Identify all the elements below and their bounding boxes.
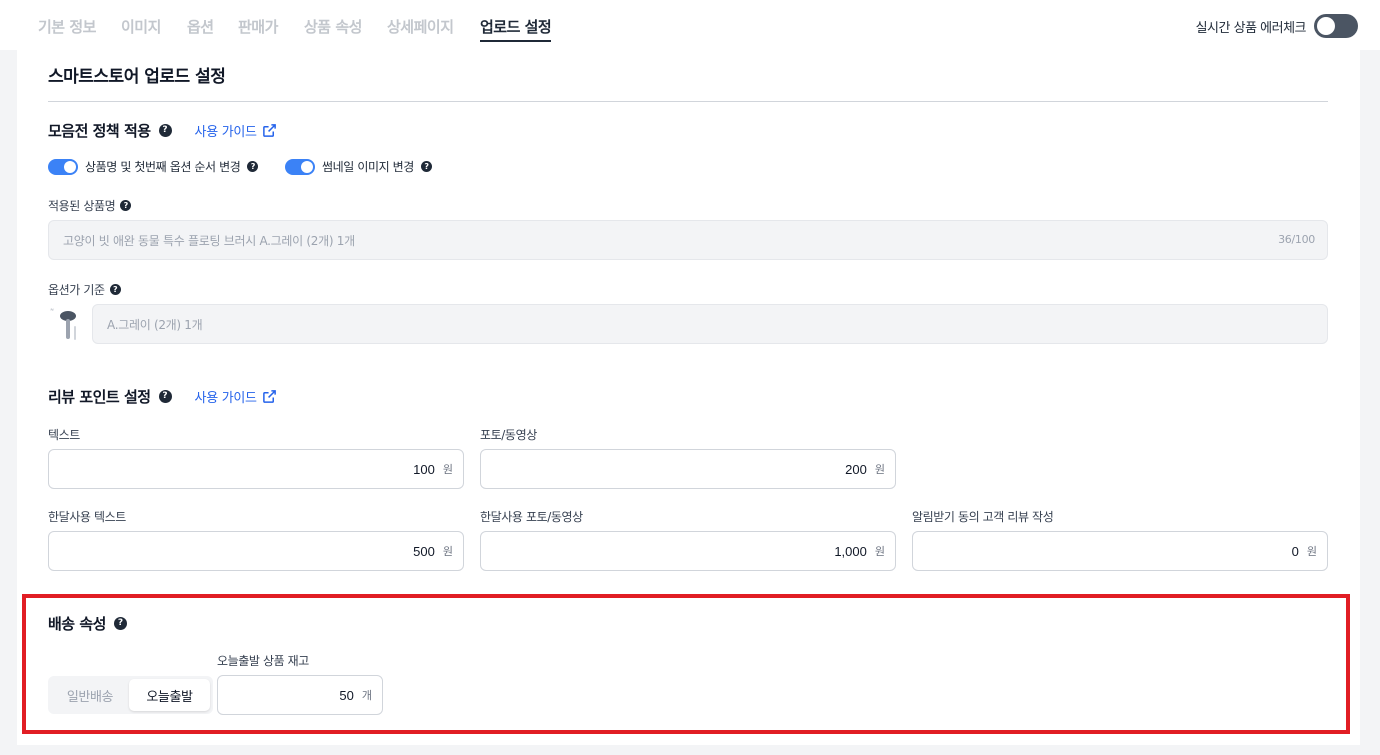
month-text-input[interactable]: 500 원	[48, 531, 464, 571]
review-guide-link[interactable]: 사용 가이드	[195, 387, 277, 406]
toggle-knob	[301, 160, 313, 173]
realtime-error-check: 실시간 상품 에러체크	[1196, 14, 1358, 38]
help-icon[interactable]: ?	[158, 124, 172, 137]
toggle-knob	[64, 160, 76, 173]
applied-name-field: 고양이 빗 애완 동물 특수 플로팅 브러시 A.그레이 (2개) 1개 36/…	[48, 220, 1328, 260]
shipping-highlight-box	[22, 594, 1350, 734]
help-icon[interactable]: ?	[420, 161, 432, 172]
field-unit: 원	[1306, 545, 1317, 558]
field-value: 1,000	[834, 543, 867, 559]
toggle-label: 썸네일 이미지 변경	[322, 160, 414, 174]
tab-upload-settings[interactable]: 업로드 설정	[480, 16, 552, 42]
realtime-error-check-label: 실시간 상품 에러체크	[1195, 20, 1307, 36]
guide-link-label: 사용 가이드	[194, 125, 257, 140]
applied-name-label: 적용된 상품명 ?	[48, 197, 132, 214]
review-photo-label: 포토/동영상	[480, 428, 537, 442]
field-unit: 원	[442, 463, 453, 476]
title-divider	[48, 101, 1328, 102]
help-icon[interactable]: ?	[120, 200, 132, 211]
option-price-label-text: 옵션가 기준	[48, 283, 105, 297]
svg-text:≈: ≈	[50, 307, 54, 313]
field-value: 0	[1291, 543, 1299, 559]
thumbnail-change-toggle[interactable]	[285, 158, 315, 175]
review-photo-input[interactable]: 200 원	[480, 449, 896, 489]
help-icon[interactable]: ?	[247, 161, 259, 172]
help-icon[interactable]: ?	[109, 284, 121, 295]
char-counter: 36/100	[1278, 233, 1315, 246]
month-text-label: 한달사용 텍스트	[48, 510, 126, 524]
field-unit: 원	[874, 545, 885, 558]
policy-guide-link[interactable]: 사용 가이드	[195, 121, 277, 140]
month-photo-label: 한달사용 포토/동영상	[480, 510, 583, 524]
name-option-order-toggle[interactable]	[48, 158, 78, 175]
external-link-icon	[262, 390, 276, 403]
field-value: 200	[845, 461, 867, 477]
field-unit: 원	[442, 545, 453, 558]
option-price-field: A.그레이 (2개) 1개	[92, 304, 1328, 344]
field-value: 500	[413, 543, 435, 559]
tab-detail-page[interactable]: 상세페이지	[387, 16, 454, 37]
applied-name-label-text: 적용된 상품명	[48, 199, 116, 213]
tab-product-attributes[interactable]: 상품 속성	[304, 16, 362, 37]
tab-basic-info[interactable]: 기본 정보	[38, 16, 96, 37]
policy-section-header: 모음전 정책 적용 ? 사용 가이드	[48, 120, 277, 141]
notification-review-input[interactable]: 0 원	[912, 531, 1328, 571]
applied-name-value: 고양이 빗 애완 동물 특수 플로팅 브러시 A.그레이 (2개) 1개	[63, 233, 355, 248]
toggle-thumbnail-change: 썸네일 이미지 변경 ?	[285, 158, 432, 175]
tab-images[interactable]: 이미지	[121, 16, 161, 37]
month-photo-input[interactable]: 1,000 원	[480, 531, 896, 571]
tab-options[interactable]: 옵션	[187, 16, 214, 37]
help-icon[interactable]: ?	[158, 390, 172, 403]
field-value: 100	[413, 461, 435, 477]
review-text-label: 텍스트	[48, 428, 80, 442]
field-unit: 원	[874, 463, 885, 476]
notification-review-label: 알림받기 동의 고객 리뷰 작성	[912, 510, 1054, 524]
guide-link-label: 사용 가이드	[194, 391, 257, 406]
external-link-icon	[262, 124, 276, 137]
review-text-input[interactable]: 100 원	[48, 449, 464, 489]
realtime-error-check-toggle[interactable]	[1314, 14, 1358, 38]
option-price-label: 옵션가 기준 ?	[48, 281, 121, 298]
review-section-header: 리뷰 포인트 설정 ? 사용 가이드	[48, 386, 277, 407]
page-title: 스마트스토어 업로드 설정	[48, 67, 226, 87]
toggle-knob	[1317, 17, 1335, 35]
option-price-value: A.그레이 (2개) 1개	[107, 317, 203, 332]
toggle-name-option-order: 상품명 및 첫번째 옵션 순서 변경 ?	[48, 158, 259, 175]
pet-brush-thumbnail-icon: ≈	[48, 304, 78, 344]
policy-section-title: 모음전 정책 적용	[48, 122, 151, 140]
toggle-label: 상품명 및 첫번째 옵션 순서 변경	[85, 160, 241, 174]
review-section-title: 리뷰 포인트 설정	[48, 388, 151, 406]
top-tab-bar: 기본 정보 이미지 옵션 판매가 상품 속성 상세페이지 업로드 설정 실시간 …	[0, 0, 1380, 50]
tab-price[interactable]: 판매가	[238, 16, 278, 37]
